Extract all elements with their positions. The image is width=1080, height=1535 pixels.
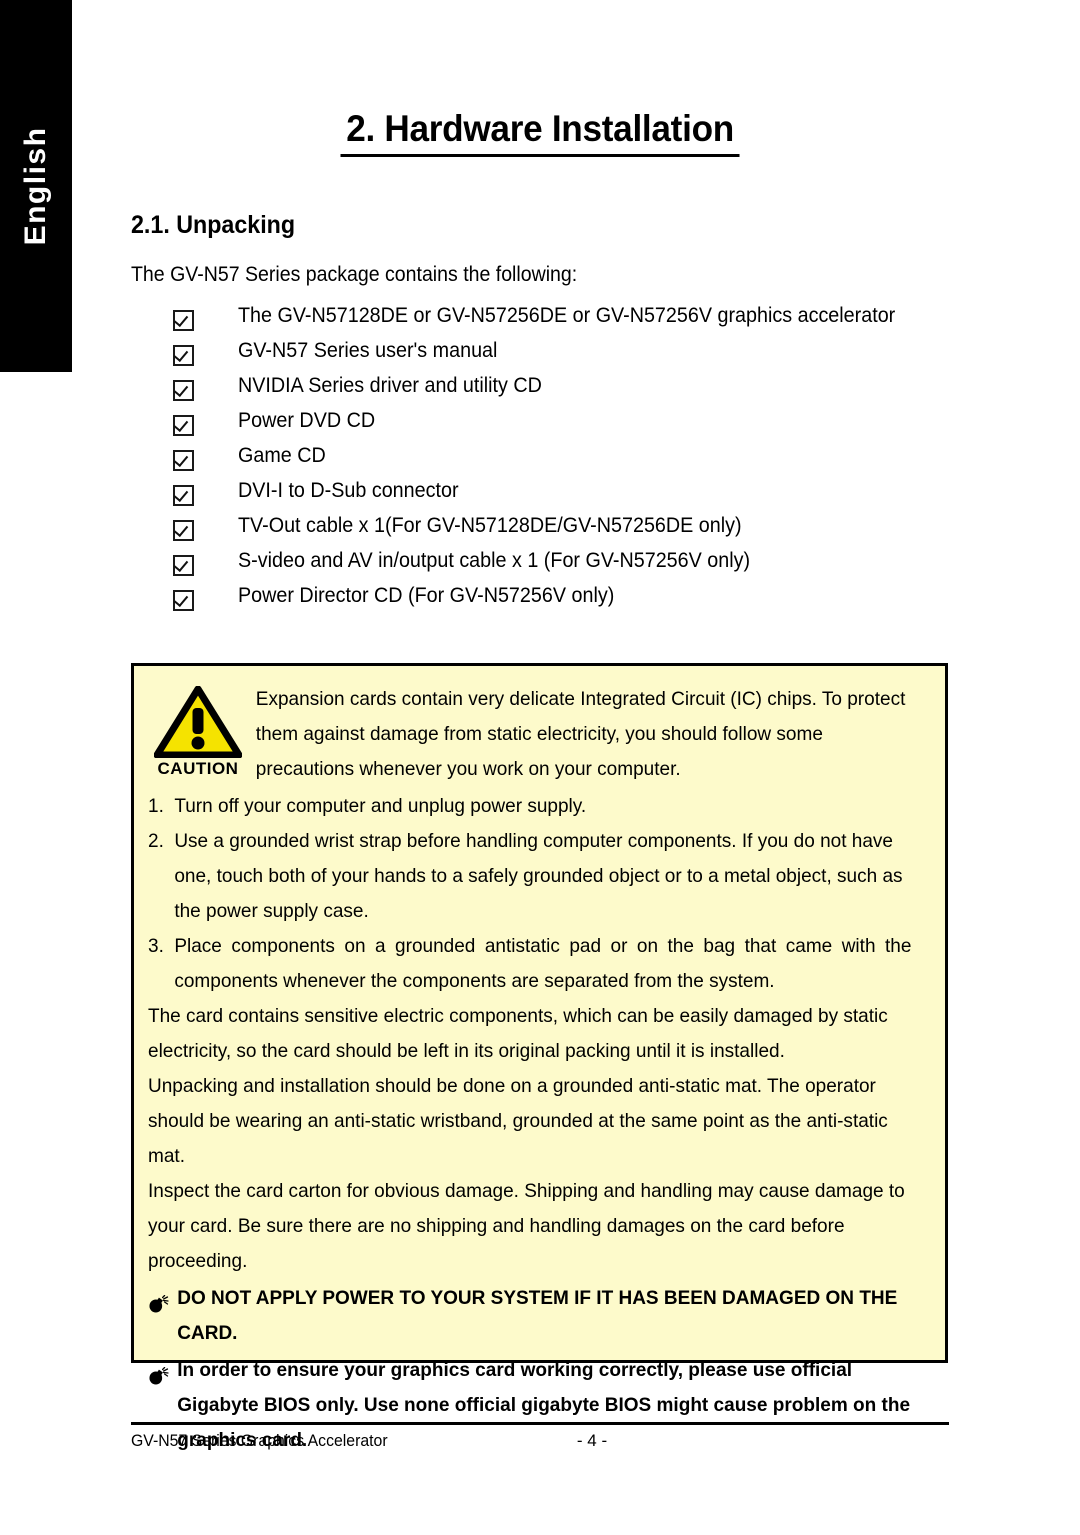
checkbox-checked-icon	[173, 415, 194, 436]
intro-text: The GV-N57 Series package contains the f…	[131, 263, 578, 286]
checkbox-checked-icon	[173, 590, 194, 611]
list-item: Power Director CD (For GV-N57256V only)	[131, 584, 949, 619]
checkbox-checked-icon	[173, 555, 194, 576]
caution-step-text: Place components on a grounded antistati…	[174, 935, 912, 992]
footer: GV-N57 Series Graphics Accelerator - 4 -	[131, 1431, 949, 1451]
list-item: NVIDIA Series driver and utility CD	[131, 374, 949, 409]
list-item-label: The GV-N57128DE or GV-N57256DE or GV-N57…	[238, 304, 896, 327]
checkbox-checked-icon	[173, 380, 194, 401]
language-side-tab: English	[0, 0, 72, 372]
caution-step-number: 1.	[148, 795, 164, 817]
caution-intro-text: Expansion cards contain very delicate In…	[255, 688, 906, 780]
caution-paragraph: Unpacking and installation should be don…	[148, 1075, 888, 1167]
page-title: 2. Hardware Installation	[131, 108, 949, 157]
page-content: 2. Hardware Installation 2. 1. Unpacking …	[131, 0, 949, 1535]
list-item: TV-Out cable x 1(For GV-N57128DE/GV-N572…	[131, 514, 949, 549]
list-item: The GV-N57128DE or GV-N57256DE or GV-N57…	[131, 304, 949, 339]
caution-step-text: Use a grounded wrist strap before handli…	[174, 830, 903, 922]
caution-paragraph: Inspect the card carton for obvious dama…	[148, 1180, 905, 1272]
caution-warning: DO NOT APPLY POWER TO YOUR SYSTEM IF IT …	[148, 1281, 911, 1351]
list-item: S-video and AV in/output cable x 1 (For …	[131, 549, 949, 584]
section-heading: 2.1. Unpacking	[131, 211, 296, 239]
caution-paragraph: The card contains sensitive electric com…	[148, 1005, 888, 1062]
caution-icon-group: CAUTION	[148, 680, 248, 779]
list-item-label: S-video and AV in/output cable x 1 (For …	[238, 549, 751, 572]
bomb-icon	[148, 1281, 177, 1351]
list-item-label: Power DVD CD	[238, 409, 376, 432]
caution-step: 2. Use a grounded wrist strap before han…	[148, 824, 911, 929]
list-item-label: Power Director CD (For GV-N57256V only)	[238, 584, 615, 607]
page-number: - 4 -	[576, 1431, 608, 1450]
caution-step-number: 3.	[148, 935, 164, 957]
caution-steps-list: 1. Turn off your computer and unplug pow…	[148, 789, 931, 999]
list-item: GV-N57 Series user's manual	[131, 339, 949, 374]
footer-divider	[131, 1422, 949, 1425]
caution-step: 1. Turn off your computer and unplug pow…	[148, 789, 911, 824]
list-item-label: GV-N57 Series user's manual	[238, 339, 498, 362]
checkbox-checked-icon	[173, 310, 194, 331]
list-item: Game CD	[131, 444, 949, 479]
list-item-label: Game CD	[238, 444, 326, 467]
caution-step-text: Turn off your computer and unplug power …	[174, 795, 587, 817]
checkbox-checked-icon	[173, 485, 194, 506]
caution-header: CAUTION Expansion cards contain very del…	[148, 680, 931, 787]
caution-warning-text: DO NOT APPLY POWER TO YOUR SYSTEM IF IT …	[177, 1287, 898, 1344]
list-item-label: DVI-I to D-Sub connector	[238, 479, 459, 502]
checkbox-checked-icon	[173, 450, 194, 471]
language-tab-label: English	[19, 126, 52, 246]
checkbox-checked-icon	[173, 520, 194, 541]
caution-step-number: 2.	[148, 830, 164, 852]
caution-step: 3. Place components on a grounded antist…	[148, 929, 911, 999]
checkbox-checked-icon	[173, 345, 194, 366]
list-item-label: NVIDIA Series driver and utility CD	[238, 374, 542, 397]
list-item: DVI-I to D-Sub connector	[131, 479, 949, 514]
list-item-label: TV-Out cable x 1(For GV-N57128DE/GV-N572…	[238, 514, 742, 537]
warning-triangle-icon	[154, 686, 242, 758]
footer-left-text: GV-N57 Series Graphics Accelerator	[131, 1431, 388, 1450]
caution-icon-label: CAUTION	[157, 759, 239, 778]
caution-box: CAUTION Expansion cards contain very del…	[131, 663, 948, 1451]
list-item: Power DVD CD	[131, 409, 949, 444]
page-title-text: 2. Hardware Installation	[340, 108, 740, 157]
package-contents-list: The GV-N57128DE or GV-N57256DE or GV-N57…	[131, 304, 949, 619]
